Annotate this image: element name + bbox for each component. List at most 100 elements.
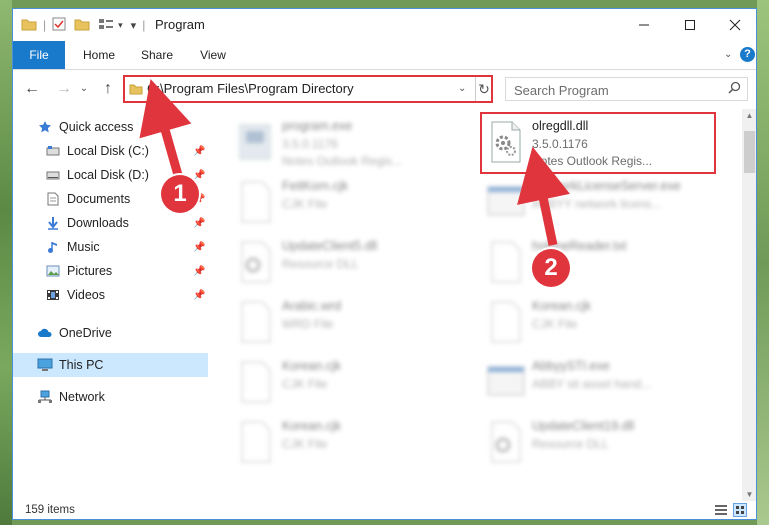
expand-ribbon-icon[interactable]: ⌄: [724, 41, 732, 69]
sidebar-item-pictures[interactable]: Pictures 📌: [13, 259, 208, 283]
documents-icon: [45, 191, 61, 207]
pin-icon[interactable]: 📌: [193, 242, 205, 253]
file-item[interactable]: Arabic.wrd WRD File: [228, 295, 468, 349]
tab-view[interactable]: View: [189, 41, 237, 69]
sidebar-item-label: Network: [59, 390, 105, 404]
file-type: Resource DLL: [282, 257, 359, 271]
file-type: CJK File: [532, 317, 578, 331]
program-exe-icon: [236, 119, 276, 165]
file-highlight-box: [480, 112, 716, 174]
file-name: UpdateClient19.dll: [532, 419, 635, 433]
file-item[interactable]: Korean.cjk CJK File: [228, 355, 468, 409]
view-options-icon[interactable]: [98, 17, 114, 34]
scroll-up-icon[interactable]: ▲: [742, 111, 756, 120]
qa-dropdown-icon[interactable]: ▾: [131, 19, 137, 32]
ribbon-tabs: File Home Share View ⌄ ?: [13, 41, 756, 70]
file-item[interactable]: Korean.cjk CJK File: [478, 295, 718, 349]
file-description: ABBYY network licens...: [532, 197, 662, 211]
sidebar-item-music[interactable]: Music 📌: [13, 235, 208, 259]
step-badge-2: 2: [532, 249, 570, 287]
drive-icon: [45, 167, 61, 183]
file-type: CJK File: [282, 437, 328, 451]
address-bar[interactable]: C:\Program Files\Program Directory ⌄ ↻: [123, 75, 493, 103]
scroll-down-icon[interactable]: ▼: [742, 490, 756, 499]
sidebar-item-videos[interactable]: Videos 📌: [13, 283, 208, 307]
help-icon[interactable]: ?: [740, 47, 755, 62]
sidebar-item-this-pc[interactable]: This PC: [13, 353, 208, 377]
forward-button[interactable]: →: [53, 78, 75, 100]
file-item[interactable]: Korean.cjk CJK File: [228, 415, 468, 469]
music-icon: [45, 239, 61, 255]
sidebar-item-local-disk-c[interactable]: Local Disk (C:) 📌: [13, 139, 208, 163]
sidebar-item-label: OneDrive: [59, 326, 112, 340]
maximize-button[interactable]: [667, 9, 713, 41]
file-name: AbbyySTI.exe: [532, 359, 610, 373]
file-item[interactable]: hotfineReader.txt: [478, 235, 718, 289]
file-name: FeitKorn.cjk: [282, 179, 348, 193]
qa-customize-icon[interactable]: ▾: [118, 20, 123, 31]
star-icon: [37, 119, 53, 135]
sidebar-item-downloads[interactable]: Downloads 📌: [13, 211, 208, 235]
pin-icon[interactable]: 📌: [193, 266, 205, 277]
file-description: ABBY sti asset hand...: [532, 377, 652, 391]
computer-icon: [37, 357, 53, 373]
up-button[interactable]: ↑: [97, 78, 119, 100]
address-dropdown-icon[interactable]: ⌄: [458, 77, 466, 101]
folder-icon: [21, 17, 37, 34]
sidebar-item-quick-access[interactable]: Quick access: [13, 115, 208, 139]
scroll-thumb[interactable]: [744, 131, 755, 173]
pin-icon[interactable]: 📌: [193, 290, 205, 301]
exe-window-icon: [486, 179, 526, 225]
blank-file-icon: [236, 359, 276, 405]
pictures-icon: [45, 263, 61, 279]
sidebar-item-label: Downloads: [67, 216, 129, 230]
tab-share[interactable]: Share: [129, 41, 185, 69]
sidebar-item-label: Local Disk (C:): [67, 144, 149, 158]
sidebar-item-label: Music: [67, 240, 100, 254]
refresh-icon[interactable]: ↻: [475, 77, 492, 101]
text-file-icon: [486, 239, 526, 285]
close-button[interactable]: [712, 9, 756, 41]
file-item[interactable]: AbbyySTI.exe ABBY sti asset hand...: [478, 355, 718, 409]
properties-icon[interactable]: [52, 17, 66, 34]
file-item[interactable]: NetworkLicenseServer.exe ABBYY network l…: [478, 175, 718, 229]
recent-locations-button[interactable]: ⌄: [77, 78, 91, 100]
file-item[interactable]: UpdateClient5.dll Resource DLL: [228, 235, 468, 289]
file-item[interactable]: UpdateClient19.dll Resource DLL: [478, 415, 718, 469]
pin-icon[interactable]: 📌: [193, 218, 205, 229]
file-type: CJK File: [282, 377, 328, 391]
download-icon: [45, 215, 61, 231]
desktop-background-left: [0, 0, 12, 525]
network-icon: [37, 389, 53, 405]
back-button[interactable]: ←: [21, 78, 43, 100]
new-folder-icon[interactable]: [74, 17, 90, 34]
vertical-scrollbar[interactable]: ▲ ▼: [742, 109, 756, 501]
sidebar-item-onedrive[interactable]: OneDrive: [13, 321, 208, 345]
search-icon[interactable]: [728, 81, 741, 97]
file-type: Resource DLL: [532, 437, 609, 451]
address-path[interactable]: C:\Program Files\Program Directory: [147, 77, 354, 101]
details-view-icon[interactable]: [714, 503, 728, 517]
cloud-icon: [37, 325, 53, 341]
navigation-pane: Quick access Local Disk (C:) 📌 Local Dis…: [13, 111, 208, 501]
search-box[interactable]: [505, 77, 748, 101]
file-version: 3.5.0.1176: [282, 137, 338, 151]
file-name: program.exe: [282, 119, 353, 133]
drive-icon: [45, 143, 61, 159]
item-count: 159 items: [25, 504, 75, 516]
file-item[interactable]: FeitKorn.cjk CJK File: [228, 175, 468, 229]
file-type: WRD File: [282, 317, 334, 331]
file-description: Notes Outlook Regis...: [282, 154, 403, 168]
search-input[interactable]: [512, 80, 716, 100]
file-item[interactable]: program.exe 3.5.0.1176 Notes Outlook Reg…: [228, 115, 468, 169]
pin-icon[interactable]: 📌: [193, 170, 205, 181]
tab-file[interactable]: File: [13, 41, 65, 69]
file-name: NetworkLicenseServer.exe: [532, 179, 681, 193]
minimize-button[interactable]: [621, 9, 667, 41]
blank-file-icon: [236, 419, 276, 465]
sidebar-item-network[interactable]: Network: [13, 385, 208, 409]
pin-icon[interactable]: 📌: [193, 146, 205, 157]
large-icons-view-icon[interactable]: [733, 503, 747, 517]
tab-home[interactable]: Home: [73, 41, 125, 69]
videos-icon: [45, 287, 61, 303]
